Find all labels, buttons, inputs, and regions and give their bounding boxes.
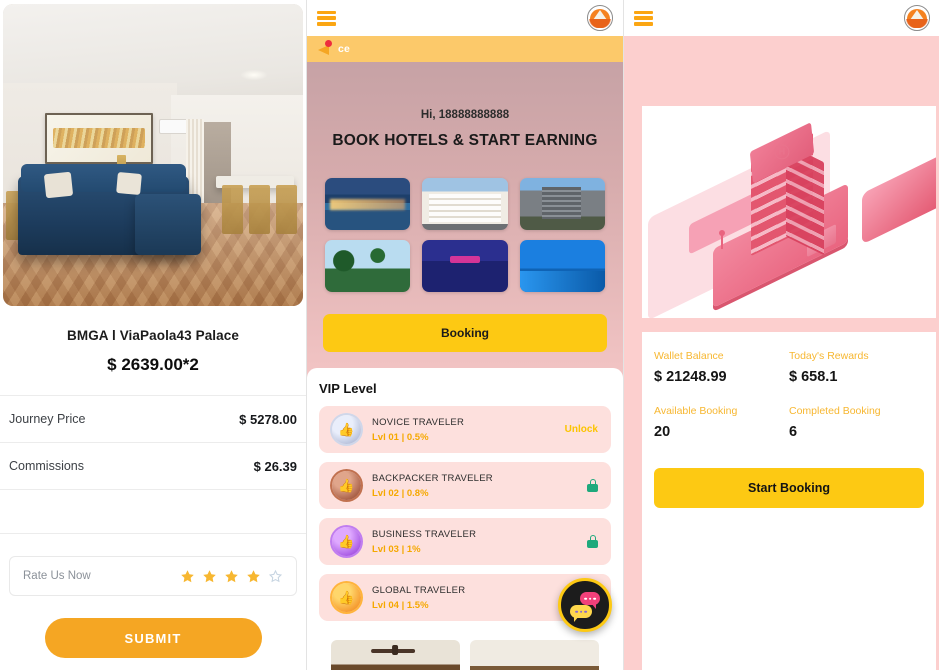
list-item[interactable]: 👍 BUSINESS TRAVELER Lvl 03 | 1% xyxy=(319,518,611,565)
star-empty-icon[interactable] xyxy=(268,569,283,584)
stat-value: 20 xyxy=(654,424,671,440)
stat-value: $ 21248.99 xyxy=(654,369,727,385)
room-photo-thumbnail[interactable] xyxy=(331,640,460,670)
row-value: $ 26.39 xyxy=(253,458,297,474)
blue-hotel-thumbnail[interactable] xyxy=(519,240,605,292)
megaphone-icon xyxy=(318,39,332,56)
middle-app-bar xyxy=(307,0,623,36)
rating-widget[interactable]: Rate Us Now xyxy=(9,556,297,596)
stat-label: Today's Rewards xyxy=(789,350,869,362)
resort-pool-thumbnail[interactable] xyxy=(325,178,411,230)
right-app-bar xyxy=(624,0,939,36)
three-panel-screenshot: BMGA l ViaPaola43 Palace $ 2639.00*2 Jou… xyxy=(0,0,939,670)
table-row: Commissions $ 26.39 xyxy=(0,442,306,489)
table-row-empty xyxy=(0,489,306,534)
ceiling-fan-icon xyxy=(370,645,415,656)
chat-support-icon[interactable] xyxy=(558,578,612,632)
backpacker-medal-icon: 👍 xyxy=(332,471,361,500)
booking-button[interactable]: Booking xyxy=(323,314,607,352)
rating-label: Rate Us Now xyxy=(23,570,91,582)
room-illustration xyxy=(3,4,303,306)
hamburger-icon[interactable] xyxy=(317,10,336,26)
right-scroll-body: H Wallet Balance $ 21248.99 Today's Rewa… xyxy=(624,36,939,670)
unlock-label[interactable]: Unlock xyxy=(565,424,598,435)
star-filled-icon[interactable] xyxy=(224,569,239,584)
hotel-price: $ 2639.00*2 xyxy=(107,355,199,374)
headline-text: BOOK HOTELS & START EARNING xyxy=(332,132,598,149)
star-filled-icon[interactable] xyxy=(180,569,195,584)
vip-level-detail: Lvl 02 | 0.8% xyxy=(372,487,429,499)
list-item[interactable]: 👍 BACKPACKER TRAVELER Lvl 02 | 0.8% xyxy=(319,462,611,509)
middle-scroll-body: ce Hi, 18888888888 BOOK HOTELS & START E… xyxy=(307,36,623,670)
hotel-thumbnail-grid xyxy=(325,178,605,292)
palm-resort-thumbnail[interactable] xyxy=(325,240,411,292)
submit-button[interactable]: SUBMIT xyxy=(44,618,262,658)
vip-level-detail: Lvl 04 | 1.5% xyxy=(372,599,429,611)
stat-value: 6 xyxy=(789,424,798,440)
left-panel-order-detail: BMGA l ViaPaola43 Palace $ 2639.00*2 Jou… xyxy=(0,0,306,670)
start-booking-button[interactable]: Start Booking xyxy=(654,468,924,508)
stat-completed-booking: Completed Booking 6 xyxy=(789,405,924,440)
hotel-room-photo xyxy=(3,4,303,306)
hamburger-icon[interactable] xyxy=(634,10,653,26)
star-filled-icon[interactable] xyxy=(202,569,217,584)
stat-todays-rewards: Today's Rewards $ 658.1 xyxy=(789,350,924,385)
row-value: $ 5278.00 xyxy=(239,411,297,427)
row-label: Commissions xyxy=(9,459,85,473)
wall-art-icon xyxy=(45,112,153,165)
vip-level-detail: Lvl 03 | 1% xyxy=(372,543,421,555)
stat-label: Available Booking xyxy=(654,405,738,417)
business-medal-icon: 👍 xyxy=(332,527,361,556)
stats-grid: Wallet Balance $ 21248.99 Today's Reward… xyxy=(654,350,924,440)
stat-available-booking: Available Booking 20 xyxy=(654,405,789,440)
stat-label: Wallet Balance xyxy=(654,350,724,362)
vip-section-title: VIP Level xyxy=(319,381,377,396)
star-filled-icon[interactable] xyxy=(246,569,261,584)
global-medal-icon: 👍 xyxy=(332,583,361,612)
order-summary-list: Journey Price $ 5278.00 Commissions $ 26… xyxy=(0,395,306,534)
lock-icon xyxy=(587,535,598,548)
vip-level-name: BUSINESS TRAVELER xyxy=(372,528,477,540)
star-rating[interactable] xyxy=(180,569,283,584)
announcement-bar[interactable]: ce xyxy=(307,36,623,62)
martour-logo[interactable] xyxy=(904,5,930,31)
iso-side-platform xyxy=(861,150,936,245)
tower-hotel-thumbnail[interactable] xyxy=(519,178,605,230)
stat-wallet-balance: Wallet Balance $ 21248.99 xyxy=(654,350,789,385)
announcement-text: ce xyxy=(338,43,351,55)
middle-panel-home: ce Hi, 18888888888 BOOK HOTELS & START E… xyxy=(307,0,623,670)
vip-level-name: GLOBAL TRAVELER xyxy=(372,584,466,596)
right-panel-dashboard: H Wallet Balance $ 21248.99 Today's Rewa… xyxy=(624,0,939,670)
wallet-stats-card: Wallet Balance $ 21248.99 Today's Reward… xyxy=(642,332,936,670)
vip-level-detail: Lvl 01 | 0.5% xyxy=(372,431,429,443)
table-row: Journey Price $ 5278.00 xyxy=(0,395,306,442)
lock-icon xyxy=(587,479,598,492)
martour-logo[interactable] xyxy=(587,5,613,31)
stat-label: Completed Booking xyxy=(789,405,881,417)
novice-medal-icon: 👍 xyxy=(332,415,361,444)
speech-bubbles-icon xyxy=(570,592,600,622)
hotel-name: BMGA l ViaPaola43 Palace xyxy=(67,328,239,343)
isometric-hotel-building: H xyxy=(642,106,936,318)
stat-value: $ 658.1 xyxy=(789,369,838,385)
room-photo-thumbnail[interactable] xyxy=(470,640,599,670)
white-hotel-thumbnail[interactable] xyxy=(422,178,508,230)
building-badge: H xyxy=(774,144,790,160)
radisson-blu-thumbnail[interactable] xyxy=(422,240,508,292)
vip-level-name: NOVICE TRAVELER xyxy=(372,416,465,428)
room-photo-strip xyxy=(319,630,611,670)
list-item[interactable]: 👍 NOVICE TRAVELER Lvl 01 | 0.5% Unlock xyxy=(319,406,611,453)
greeting-text: Hi, 18888888888 xyxy=(420,109,510,121)
vip-level-name: BACKPACKER TRAVELER xyxy=(372,472,493,484)
row-label: Journey Price xyxy=(9,412,86,426)
